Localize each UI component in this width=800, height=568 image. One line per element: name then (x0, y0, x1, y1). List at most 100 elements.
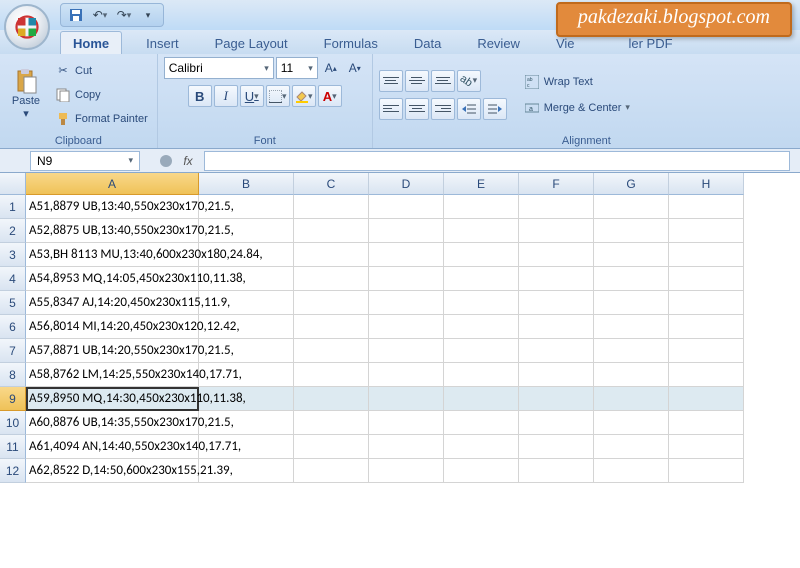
cell-E7[interactable] (444, 339, 519, 363)
cell-F7[interactable] (519, 339, 594, 363)
tab-data[interactable]: Data (402, 32, 453, 54)
undo-icon[interactable]: ↶▾ (91, 6, 109, 24)
cell-C5[interactable] (294, 291, 369, 315)
row-header[interactable]: 7 (0, 339, 26, 363)
italic-button[interactable]: I (214, 85, 238, 107)
cell-F9[interactable] (519, 387, 594, 411)
cell-C7[interactable] (294, 339, 369, 363)
col-header-F[interactable]: F (519, 173, 594, 195)
tab-page-layout[interactable]: Page Layout (203, 32, 300, 54)
cell-B10[interactable] (199, 411, 294, 435)
cell-B5[interactable] (199, 291, 294, 315)
cell-H1[interactable] (669, 195, 744, 219)
cell-G1[interactable] (594, 195, 669, 219)
cell-A4[interactable]: A54,8953 MQ,14:05,450x230x110,11.38, (26, 267, 199, 291)
cell-E11[interactable] (444, 435, 519, 459)
align-right-button[interactable] (431, 98, 455, 120)
cell-G9[interactable] (594, 387, 669, 411)
cell-E12[interactable] (444, 459, 519, 483)
cell-E9[interactable] (444, 387, 519, 411)
tab-formulas[interactable]: Formulas (312, 32, 390, 54)
format-painter-button[interactable]: Format Painter (52, 108, 151, 130)
decrease-font-button[interactable]: A▾ (344, 57, 366, 79)
tab-review[interactable]: Review (465, 32, 532, 54)
cell-A9[interactable]: A59,8950 MQ,14:30,450x230x110,11.38, (26, 387, 199, 411)
cell-H11[interactable] (669, 435, 744, 459)
qat-more-icon[interactable]: ▾ (139, 6, 157, 24)
row-header[interactable]: 11 (0, 435, 26, 459)
cell-F10[interactable] (519, 411, 594, 435)
save-icon[interactable] (67, 6, 85, 24)
cell-B6[interactable] (199, 315, 294, 339)
cell-E5[interactable] (444, 291, 519, 315)
row-header[interactable]: 3 (0, 243, 26, 267)
merge-center-button[interactable]: aMerge & Center▾ (519, 97, 635, 119)
bold-button[interactable]: B (188, 85, 212, 107)
row-header[interactable]: 5 (0, 291, 26, 315)
cell-B3[interactable] (199, 243, 294, 267)
cell-F2[interactable] (519, 219, 594, 243)
fill-color-button[interactable]: ▾ (292, 85, 316, 107)
decrease-indent-button[interactable] (457, 98, 481, 120)
cell-G5[interactable] (594, 291, 669, 315)
border-button[interactable]: ▾ (266, 85, 290, 107)
align-top-button[interactable] (379, 70, 403, 92)
row-header[interactable]: 8 (0, 363, 26, 387)
cell-G4[interactable] (594, 267, 669, 291)
cell-C8[interactable] (294, 363, 369, 387)
paste-button[interactable]: Paste ▾ (6, 61, 46, 129)
cell-C2[interactable] (294, 219, 369, 243)
cell-A10[interactable]: A60,8876 UB,14:35,550x230x170,21.5, (26, 411, 199, 435)
cell-F8[interactable] (519, 363, 594, 387)
wrap-text-button[interactable]: abcWrap Text (519, 71, 635, 93)
cell-E6[interactable] (444, 315, 519, 339)
cell-F3[interactable] (519, 243, 594, 267)
increase-font-button[interactable]: A▴ (320, 57, 342, 79)
cell-D11[interactable] (369, 435, 444, 459)
cell-A7[interactable]: A57,8871 UB,14:20,550x230x170,21.5, (26, 339, 199, 363)
cell-A12[interactable]: A62,8522 D,14:50,600x230x155,21.39, (26, 459, 199, 483)
cut-button[interactable]: ✂Cut (52, 60, 151, 82)
cell-A11[interactable]: A61,4094 AN,14:40,550x230x140,17.71, (26, 435, 199, 459)
tab-home[interactable]: Home (60, 31, 122, 54)
cell-D5[interactable] (369, 291, 444, 315)
cell-B12[interactable] (199, 459, 294, 483)
cell-B1[interactable] (199, 195, 294, 219)
cell-D6[interactable] (369, 315, 444, 339)
cell-C12[interactable] (294, 459, 369, 483)
cell-A6[interactable]: A56,8014 MI,14:20,450x230x120,12.42, (26, 315, 199, 339)
col-header-C[interactable]: C (294, 173, 369, 195)
underline-button[interactable]: U▾ (240, 85, 264, 107)
cell-A1[interactable]: A51,8879 UB,13:40,550x230x170,21.5, (26, 195, 199, 219)
cell-G11[interactable] (594, 435, 669, 459)
cell-C6[interactable] (294, 315, 369, 339)
font-color-button[interactable]: A▾ (318, 85, 342, 107)
cell-B8[interactable] (199, 363, 294, 387)
cell-D9[interactable] (369, 387, 444, 411)
col-header-E[interactable]: E (444, 173, 519, 195)
cell-B2[interactable] (199, 219, 294, 243)
row-header[interactable]: 6 (0, 315, 26, 339)
row-header[interactable]: 9 (0, 387, 26, 411)
cell-F12[interactable] (519, 459, 594, 483)
formula-input[interactable] (204, 151, 790, 171)
cell-G12[interactable] (594, 459, 669, 483)
cell-D10[interactable] (369, 411, 444, 435)
cell-C3[interactable] (294, 243, 369, 267)
cell-D12[interactable] (369, 459, 444, 483)
orientation-button[interactable]: ab▾ (457, 70, 481, 92)
cell-E4[interactable] (444, 267, 519, 291)
row-header[interactable]: 2 (0, 219, 26, 243)
cell-B11[interactable] (199, 435, 294, 459)
cell-H8[interactable] (669, 363, 744, 387)
cell-B7[interactable] (199, 339, 294, 363)
cell-F4[interactable] (519, 267, 594, 291)
cell-G2[interactable] (594, 219, 669, 243)
copy-button[interactable]: Copy (52, 84, 151, 106)
cell-C10[interactable] (294, 411, 369, 435)
cell-D4[interactable] (369, 267, 444, 291)
cell-G8[interactable] (594, 363, 669, 387)
cell-H6[interactable] (669, 315, 744, 339)
cell-G10[interactable] (594, 411, 669, 435)
cell-H10[interactable] (669, 411, 744, 435)
